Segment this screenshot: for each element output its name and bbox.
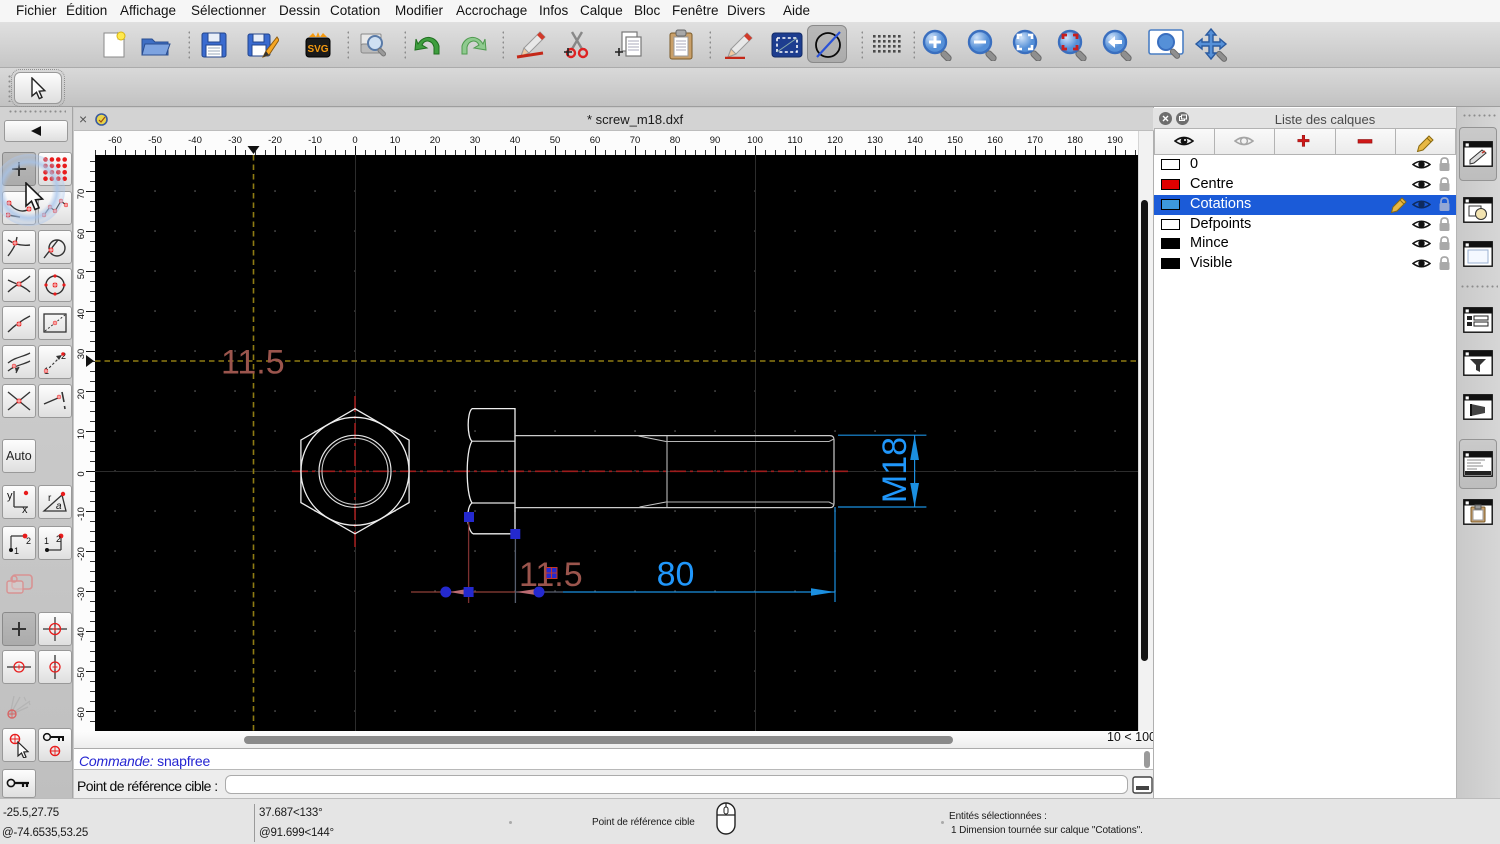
svg-text:20: 20 [76,389,87,400]
svg-text:170: 170 [1027,135,1043,146]
svg-text:80: 80 [670,135,681,146]
svg-text:80: 80 [657,556,695,594]
svg-text:150: 150 [947,135,963,146]
svg-text:1: 1 [14,546,19,556]
svg-text:30: 30 [470,135,481,146]
svg-text:-30: -30 [76,587,87,601]
svg-text:-10: -10 [76,507,87,521]
svg-text:-40: -40 [188,135,202,146]
svg-text:2: 2 [56,534,61,544]
svg-text:-50: -50 [76,667,87,681]
svg-text:20: 20 [430,135,441,146]
svg-text:70: 70 [630,135,641,146]
svg-text:60: 60 [76,229,87,240]
svg-text:10: 10 [76,429,87,440]
svg-text:11.5: 11.5 [221,344,285,382]
svg-text:140: 140 [907,135,923,146]
svg-text:160: 160 [987,135,1003,146]
svg-text:-60: -60 [108,135,122,146]
svg-text:x: x [22,504,28,515]
svg-text:190: 190 [1107,135,1123,146]
svg-text:0: 0 [76,471,87,476]
svg-text:60: 60 [590,135,601,146]
svg-text:-30: -30 [228,135,242,146]
svg-text:50: 50 [550,135,561,146]
svg-text:40: 40 [510,135,521,146]
svg-text:-20: -20 [268,135,282,146]
svg-text:130: 130 [867,135,883,146]
svg-text:70: 70 [76,189,87,200]
svg-text:0: 0 [352,135,357,146]
svg-text:180: 180 [1067,135,1083,146]
svg-text:2: 2 [26,536,31,546]
svg-text:100: 100 [747,135,763,146]
svg-text:M18: M18 [876,437,914,503]
svg-text:-50: -50 [148,135,162,146]
svg-text:a: a [56,501,62,512]
svg-text:-60: -60 [76,707,87,721]
svg-text:-10: -10 [308,135,322,146]
svg-text:30: 30 [76,349,87,360]
svg-text:10: 10 [390,135,401,146]
svg-text:120: 120 [827,135,843,146]
svg-text:SVG: SVG [307,44,328,55]
svg-text:-20: -20 [76,547,87,561]
svg-text:r: r [48,493,52,504]
svg-text:1: 1 [44,536,49,546]
svg-text:50: 50 [76,269,87,280]
svg-text:110: 110 [787,135,802,146]
svg-text:-40: -40 [76,627,87,641]
svg-text:90: 90 [710,135,721,146]
svg-text:40: 40 [76,309,87,320]
svg-text:y: y [7,490,13,502]
